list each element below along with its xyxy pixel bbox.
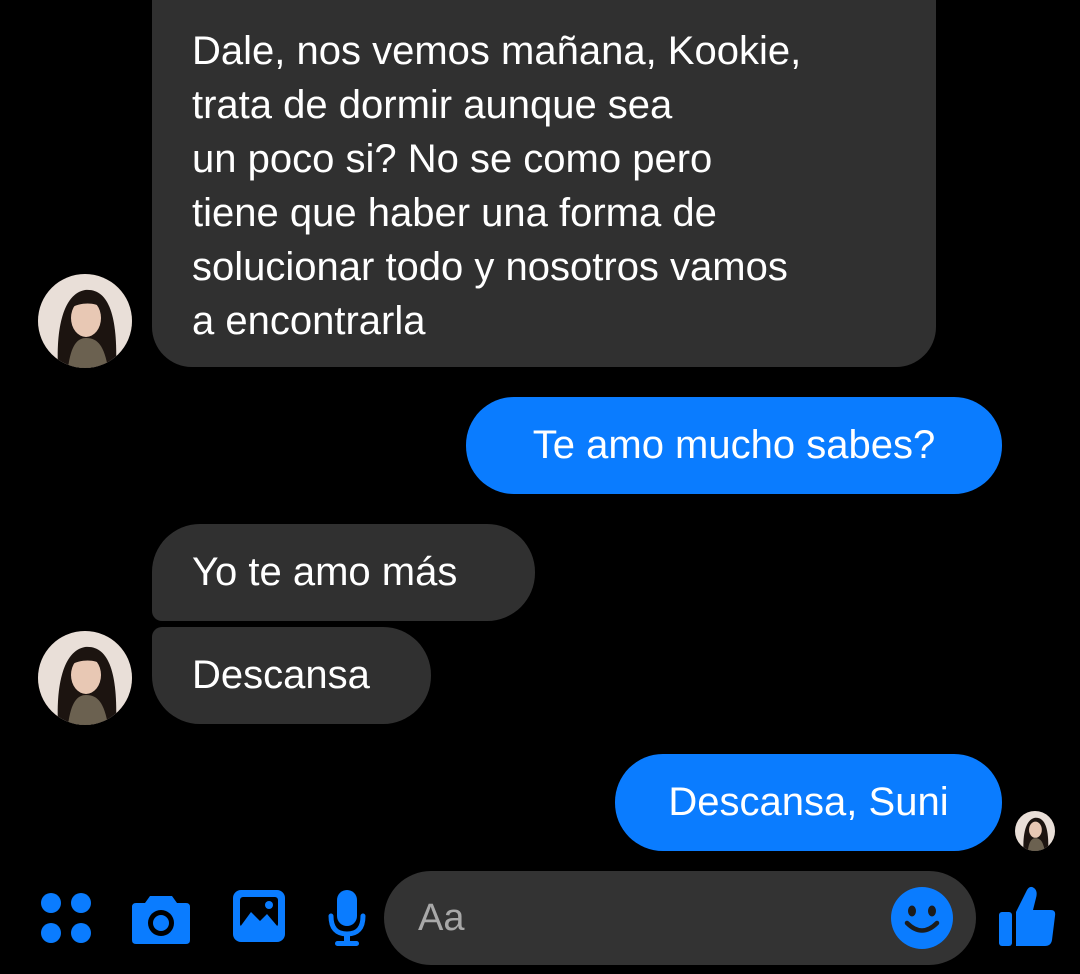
gallery-icon[interactable] (231, 888, 287, 944)
message-composer[interactable] (384, 871, 976, 965)
thumbs-up-icon[interactable] (997, 884, 1057, 948)
microphone-icon[interactable] (328, 888, 366, 948)
seen-receipt-avatar (1015, 811, 1055, 851)
outgoing-message[interactable]: Descansa, Suni (615, 754, 1002, 851)
incoming-message[interactable]: Yo te amo más (152, 524, 535, 621)
emoji-icon[interactable] (890, 886, 954, 950)
contact-avatar[interactable] (38, 631, 132, 725)
apps-grid-icon[interactable] (40, 892, 92, 944)
incoming-message[interactable]: Dale, nos vemos mañana, Kookie, trata de… (152, 0, 936, 367)
camera-icon[interactable] (130, 890, 192, 946)
contact-avatar[interactable] (38, 274, 132, 368)
outgoing-message[interactable]: Te amo mucho sabes? (466, 397, 1002, 494)
incoming-message[interactable]: Descansa (152, 627, 431, 724)
message-input[interactable] (418, 871, 878, 965)
